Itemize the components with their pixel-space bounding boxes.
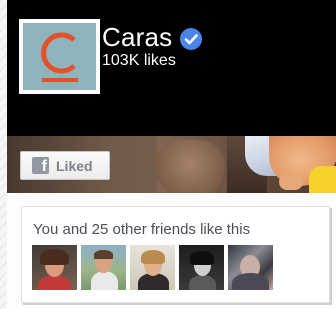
verified-badge-icon bbox=[180, 26, 203, 50]
friend-avatar[interactable] bbox=[32, 245, 77, 290]
friend-avatar[interactable] bbox=[228, 245, 273, 290]
friend-avatar[interactable] bbox=[179, 245, 224, 290]
friend-avatars bbox=[32, 245, 277, 290]
likes-count: 103K likes bbox=[102, 52, 176, 69]
liked-button-label: Liked bbox=[56, 157, 93, 174]
page-logo[interactable] bbox=[19, 19, 100, 94]
caras-logo-icon bbox=[40, 32, 78, 82]
liked-button[interactable]: f Liked bbox=[20, 151, 110, 180]
friends-like-box: You and 25 other friends like this bbox=[21, 206, 330, 303]
page-plugin: Caras 103K likes f Liked You and 25 othe… bbox=[7, 0, 336, 309]
friend-avatar[interactable] bbox=[130, 245, 175, 290]
page-name[interactable]: Caras bbox=[102, 22, 172, 52]
facebook-f-icon: f bbox=[32, 157, 49, 175]
page-name-link[interactable]: Caras bbox=[102, 22, 203, 52]
friend-avatar[interactable] bbox=[81, 245, 126, 290]
friends-like-text: You and 25 other friends like this bbox=[33, 221, 251, 238]
